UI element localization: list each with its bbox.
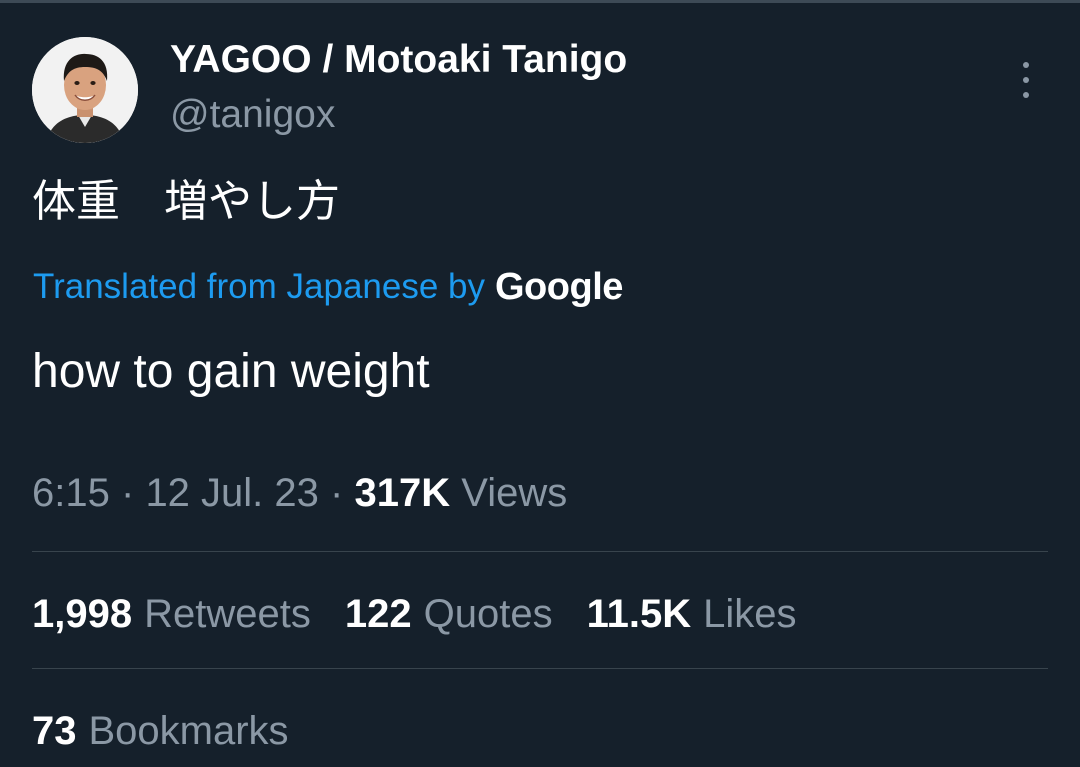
top-divider [0,0,1080,3]
bookmarks-stat[interactable]: 73 Bookmarks [32,704,323,758]
quotes-count: 122 [344,591,412,636]
tweet-time[interactable]: 6:15 [32,471,110,515]
meta-separator: · [330,471,344,515]
likes-label: Likes [703,591,797,636]
meta-separator: · [120,471,135,515]
bookmarks-label: Bookmarks [88,708,289,753]
retweets-stat[interactable]: 1,998 Retweets [32,592,311,637]
author-display-name[interactable]: YAGOO / Motoaki Tanigo [170,37,627,83]
translation-attribution[interactable]: Translated from Japanese by Google [33,262,623,312]
bookmarks-stat-inner: 73 Bookmarks [32,709,289,754]
profile-photo-icon [32,37,138,143]
bookmarks-count: 73 [32,708,77,753]
tweet-date[interactable]: 12 Jul. 23 [145,471,318,515]
more-options-button[interactable] [1006,58,1046,102]
quotes-label: Quotes [423,591,553,636]
quotes-stat[interactable]: 122 Quotes [345,592,553,637]
views-label: Views [461,471,568,515]
tweet-meta: 6:15 · 12 Jul. 23 · 317K Views [32,466,567,520]
avatar[interactable] [32,37,138,143]
engagement-stats: 1,998 Retweets 122 Quotes 11.5K Likes [32,587,831,641]
author-handle[interactable]: @tanigox [170,92,335,138]
retweets-label: Retweets [144,591,311,636]
views-count: 317K [354,471,451,515]
tweet-translated-text: how to gain weight [32,345,430,398]
divider [32,668,1048,669]
likes-count: 11.5K [586,591,692,636]
google-logo: Google [495,265,623,308]
more-vertical-icon-dot [1023,92,1029,98]
tweet-original-text: 体重 増やし方 [32,176,340,227]
more-vertical-icon [1023,62,1029,68]
translation-label[interactable]: Translated from Japanese by [33,267,485,307]
likes-stat[interactable]: 11.5K Likes [587,592,797,637]
divider [32,551,1048,552]
more-vertical-icon-dot [1023,77,1029,83]
retweets-count: 1,998 [32,591,133,636]
